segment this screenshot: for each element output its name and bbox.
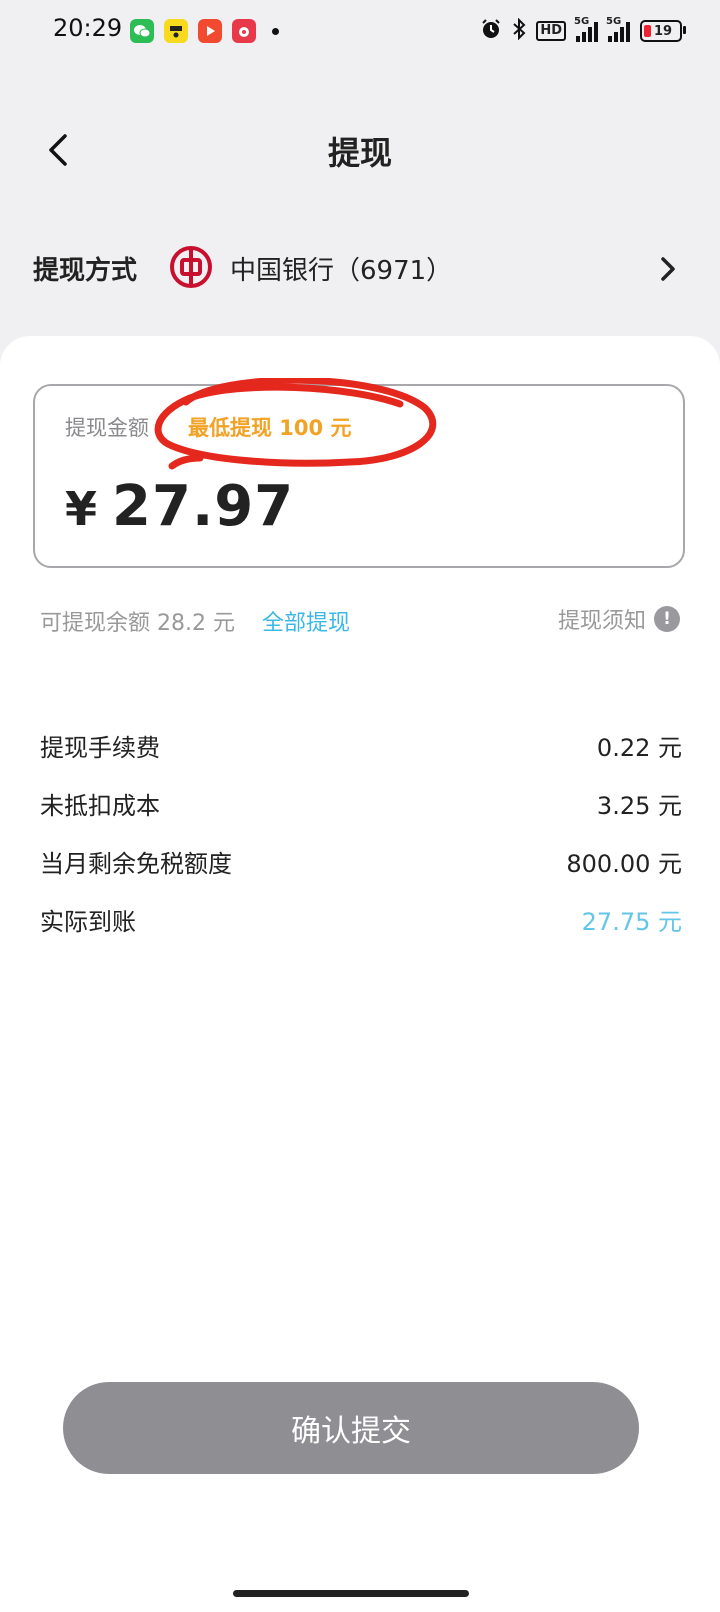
fee-row-service-charge: 提现手续费 0.22 元 [40,724,682,782]
fee-row-tax-free-quota: 当月剩余免税额度 800.00 元 [40,840,682,898]
withdraw-all-link[interactable]: 全部提现 [262,605,350,637]
fee-value: 800.00 元 [566,850,682,878]
fee-row-undeducted-cost: 未抵扣成本 3.25 元 [40,782,682,840]
withdraw-method-row[interactable]: 提现方式 中国银行（6971） [0,230,720,310]
amount-input-box[interactable]: 提现金额 最低提现 100 元 ¥27.97 [33,378,685,568]
fee-value: 3.25 元 [596,792,682,820]
available-balance: 可提现余额 28.2 元 [40,611,235,636]
shopping-app-icon [232,19,256,43]
fee-label: 当月剩余免税额度 [40,850,232,878]
fee-list: 提现手续费 0.22 元 未抵扣成本 3.25 元 当月剩余免税额度 800.0… [40,724,682,956]
alarm-icon [480,18,502,44]
fee-value: 0.22 元 [596,734,682,762]
status-bar: 20:29 HD 5G 5G 19 [0,0,720,64]
bank-of-china-logo-icon [170,246,212,288]
wechat-app-icon [130,19,154,43]
amount-label: 提现金额 [65,416,149,440]
actual-received-value: 27.75 元 [581,908,682,936]
status-system-icons: HD 5G 5G 19 [480,16,686,44]
notice-label: 提现须知 [557,609,646,634]
hd-icon: HD [536,21,566,41]
amount-value: ¥27.97 [65,474,294,539]
signal-5g-icon: 5G [574,16,598,42]
signal-5g-icon: 5G [606,16,630,42]
battery-icon: 19 [640,20,686,42]
currency-symbol: ¥ [65,482,99,536]
amount-number: 27.97 [112,474,295,539]
min-withdraw-hint: 最低提现 100 元 [188,416,352,440]
notification-dot [272,27,279,35]
bluetooth-icon [512,17,526,44]
page-header: 提现 [0,100,720,200]
status-app-icons [130,19,279,43]
bank-name: 中国银行（6971） [230,256,453,286]
fee-label: 实际到账 [40,908,136,936]
info-icon: ! [654,606,680,632]
home-indicator[interactable] [233,1590,469,1597]
status-time: 20:29 [53,14,123,42]
chevron-right-icon [661,257,675,281]
withdraw-card: 提现金额 最低提现 100 元 ¥27.97 可提现余额 28.2 元 全部提现… [0,336,720,1612]
method-label: 提现方式 [33,256,138,286]
video-app-icon [198,19,222,43]
page-title: 提现 [327,134,392,172]
submit-button[interactable]: 确认提交 [63,1382,639,1474]
fee-row-actual-received: 实际到账 27.75 元 [40,898,682,956]
available-balance-row: 可提现余额 28.2 元 全部提现 提现须知 ! [40,601,680,637]
fee-label: 未抵扣成本 [40,792,160,820]
fee-label: 提现手续费 [40,734,160,762]
meituan-app-icon [164,19,188,43]
withdraw-notice-link[interactable]: 提现须知 ! [558,603,680,635]
